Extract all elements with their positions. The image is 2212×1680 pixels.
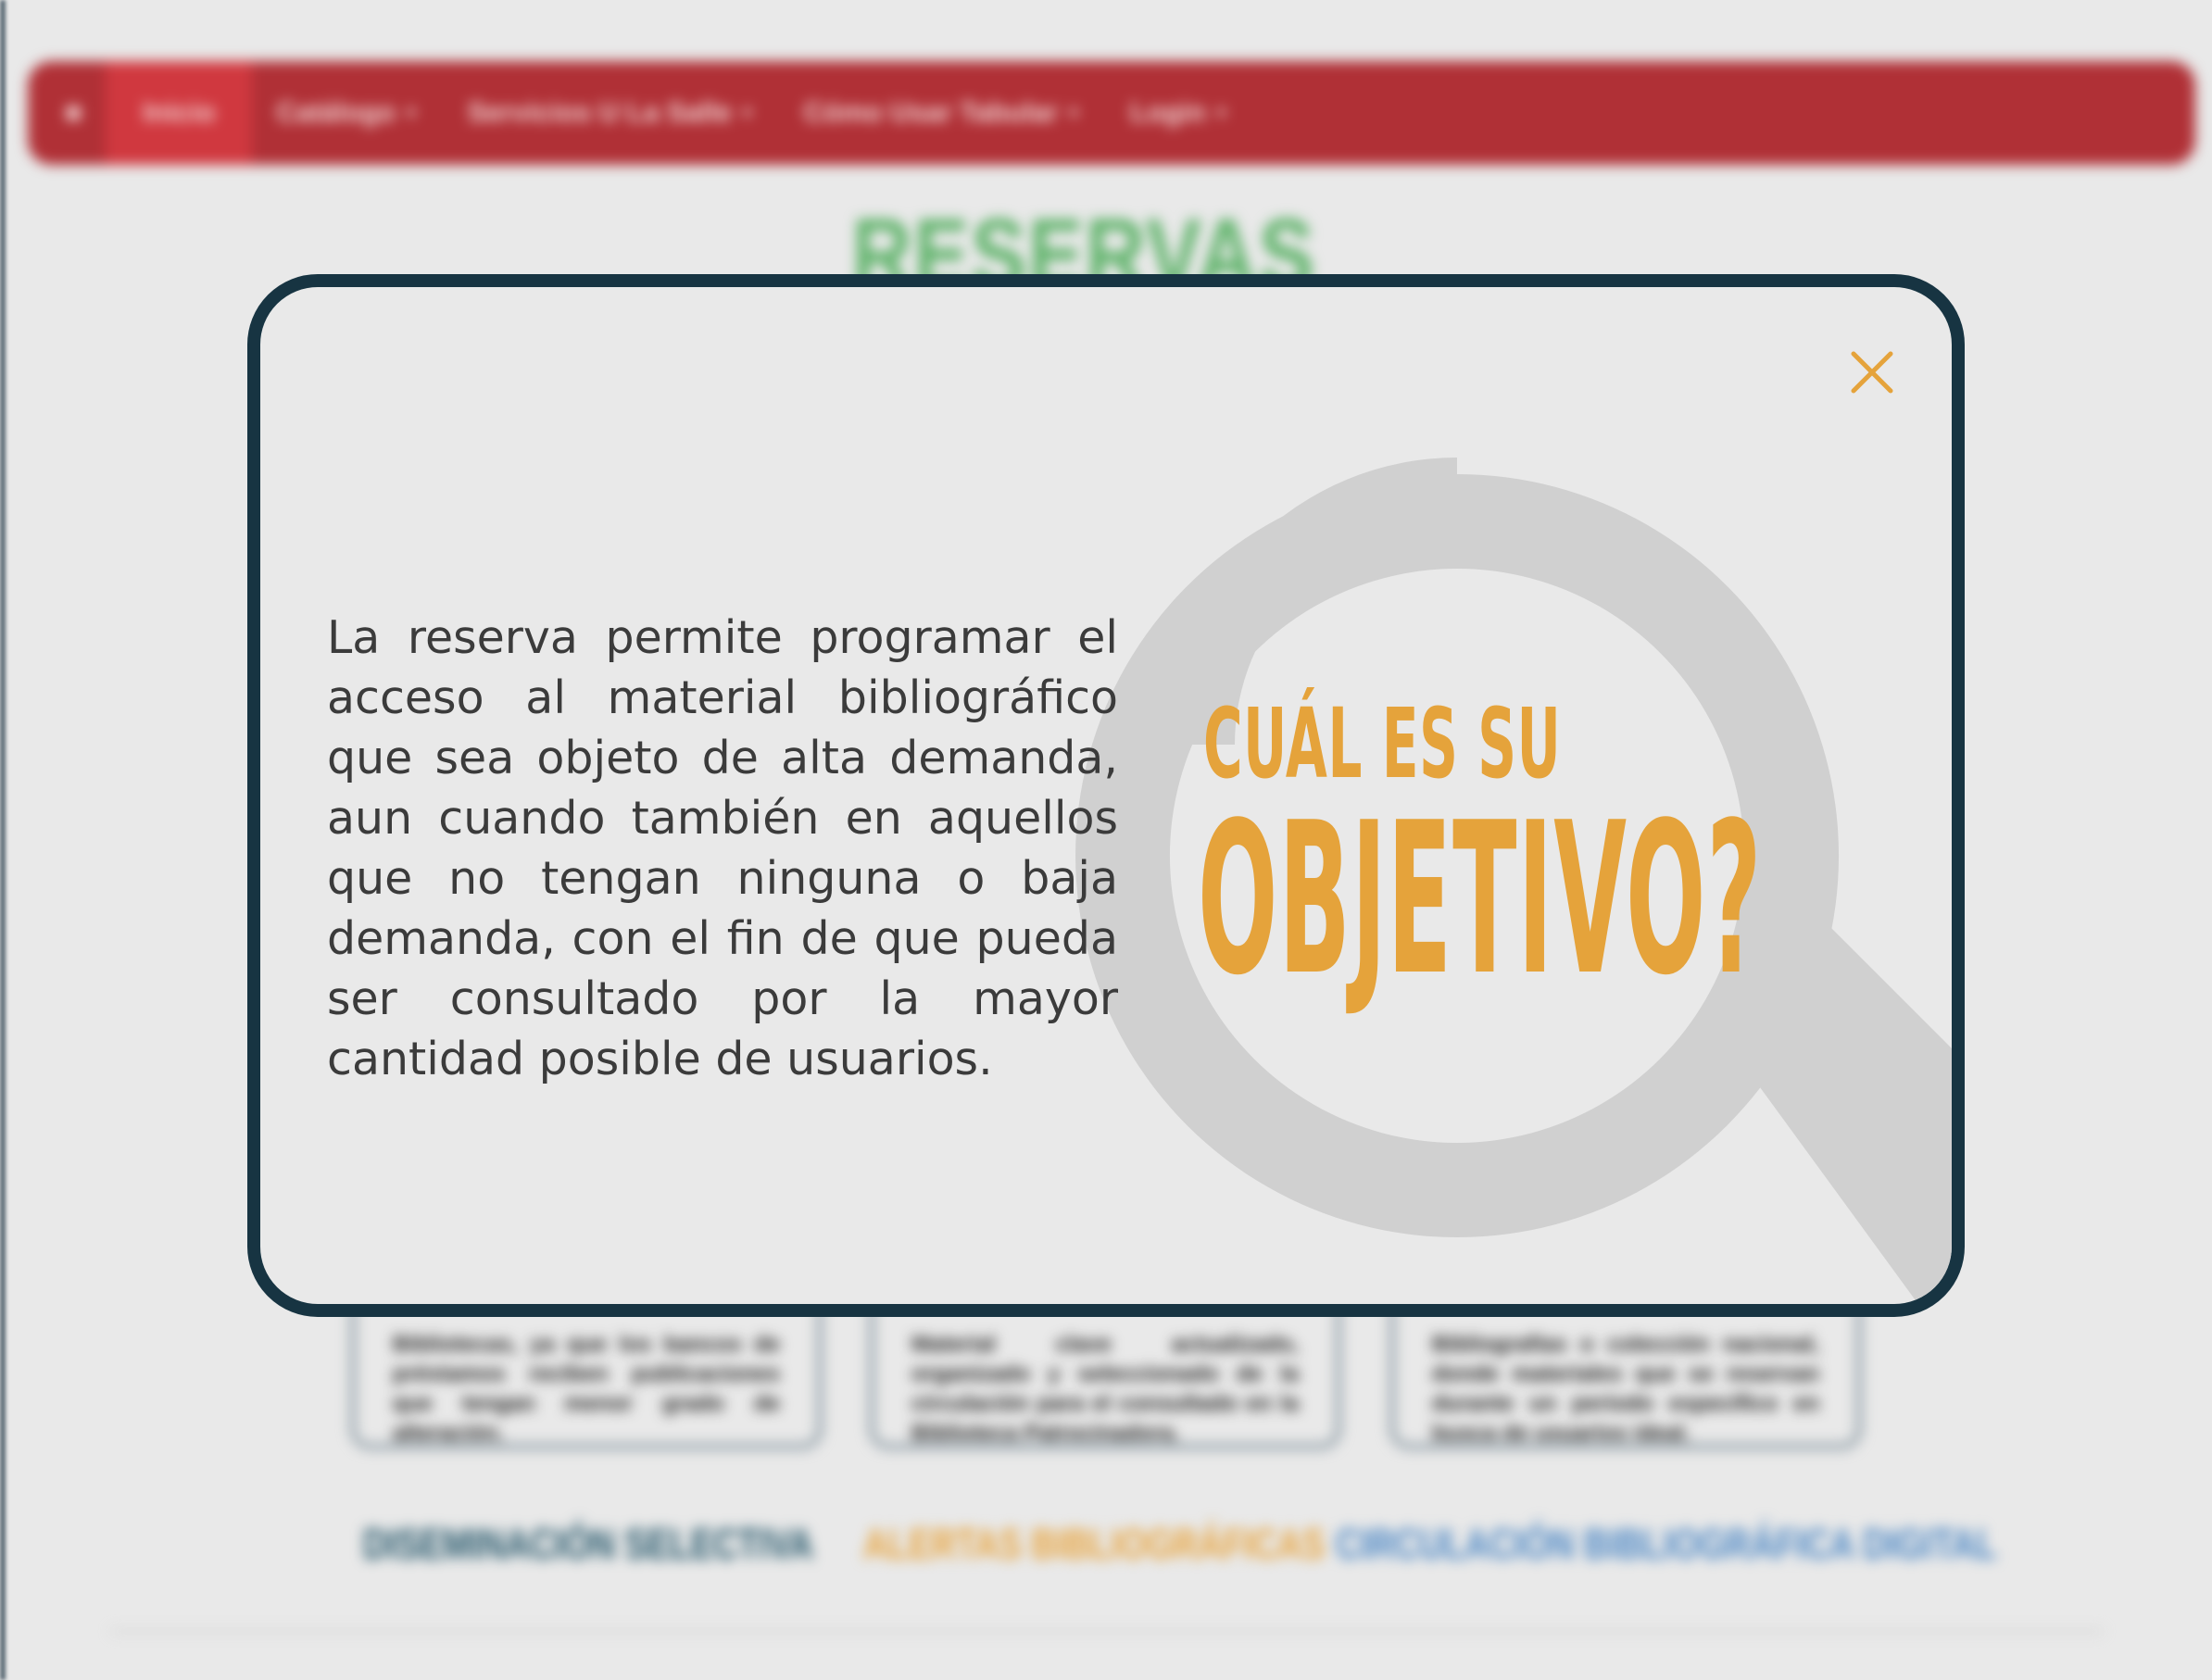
caret-down-icon: ▼ <box>1065 103 1082 122</box>
link-alertas[interactable]: ALERTAS BIBLIOGRÁFICAS <box>863 1519 1325 1569</box>
nav-item-login[interactable]: Login ▼ <box>1106 61 1253 165</box>
page: ■ Inicio Catálogo ▼ Servicios U La Salle ▼… <box>0 0 2212 1680</box>
nav-home[interactable]: ■ <box>28 61 106 165</box>
navbar: ■ Inicio Catálogo ▼ Servicios U La Salle ▼… <box>28 61 2195 165</box>
divider <box>111 1630 2103 1633</box>
caret-down-icon: ▼ <box>402 103 420 122</box>
nav-item-servicios[interactable]: Servicios U La Salle ▼ <box>444 61 780 165</box>
nav-item-inicio[interactable]: Inicio <box>106 61 253 165</box>
card-text: Bibliotecas, ya que los bancos de présta… <box>393 1332 780 1446</box>
nav-item-como-usar[interactable]: Cómo Usar Tabular ▼ <box>780 61 1106 165</box>
close-button[interactable] <box>1850 350 1894 395</box>
link-diseminacion[interactable]: DISEMINACIÓN SELECTIVA <box>363 1519 813 1569</box>
caret-down-icon: ▼ <box>738 103 756 122</box>
caret-down-icon: ▼ <box>1213 103 1230 122</box>
headline-objective: OBJETIVO? <box>1198 778 1763 1022</box>
nav-item-catalogo[interactable]: Catálogo ▼ <box>252 61 443 165</box>
modal-dialog: La reserva permite programar el acceso a… <box>247 274 1965 1317</box>
close-icon <box>1851 351 1893 394</box>
modal-body-text: La reserva permite programar el acceso a… <box>327 611 1118 1085</box>
home-icon: ■ <box>65 97 82 128</box>
card-text: Bibliografías o colección nacional, dond… <box>1432 1332 1819 1446</box>
link-circulacion[interactable]: CIRCULACIÓN BIBLIOGRÁFICA DIGITAL <box>1336 1519 1996 1569</box>
card-text: Material clave actualizado, organizado y… <box>911 1332 1299 1446</box>
